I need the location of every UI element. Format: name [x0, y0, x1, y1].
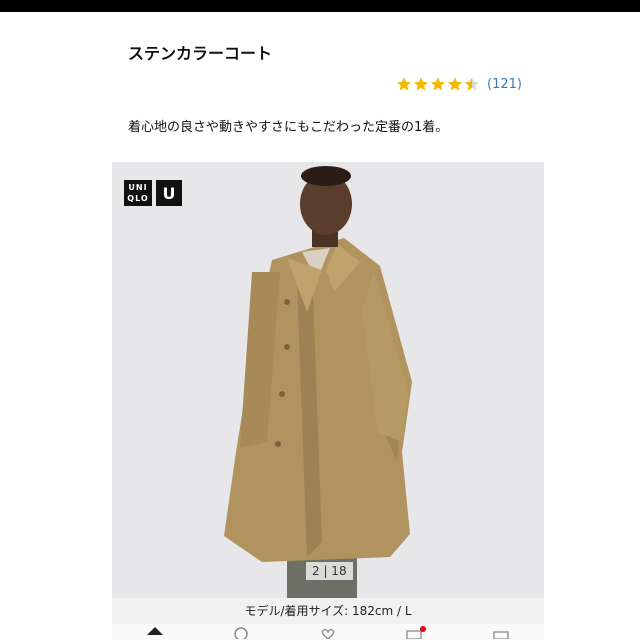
product-description: 着心地の良さや動きやすさにもこだわった定番の1着。 [128, 120, 449, 135]
star-icon [414, 77, 428, 91]
star-icon [448, 77, 462, 91]
top-bar [0, 0, 640, 12]
logo-text-line2: QLO [127, 194, 149, 203]
logo-text-line1: UNI [128, 183, 148, 192]
notification-badge [420, 626, 427, 632]
rating-count[interactable]: (121) [487, 77, 522, 92]
bottom-nav [112, 624, 544, 640]
home-icon[interactable] [145, 624, 165, 638]
star-icon [397, 77, 411, 91]
uniqlo-logo: UNI QLO [124, 180, 152, 206]
rating[interactable]: (121) [396, 76, 522, 92]
half-star-icon [465, 77, 479, 91]
image-counter: 2 | 18 [306, 562, 353, 580]
heart-icon[interactable] [318, 624, 338, 640]
search-icon[interactable] [232, 624, 252, 640]
model-photo [112, 162, 544, 598]
star-icon [431, 77, 445, 91]
menu-icon[interactable] [491, 624, 511, 640]
u-logo: U [156, 180, 182, 206]
product-image[interactable]: UNI QLO U 2 | 18 [112, 162, 544, 598]
model-size-caption: モデル/着用サイズ: 182cm / L [112, 598, 544, 624]
cart-icon[interactable] [404, 624, 427, 640]
product-title: ステンカラーコート [128, 44, 273, 63]
brand-logo: UNI QLO U [124, 180, 182, 206]
